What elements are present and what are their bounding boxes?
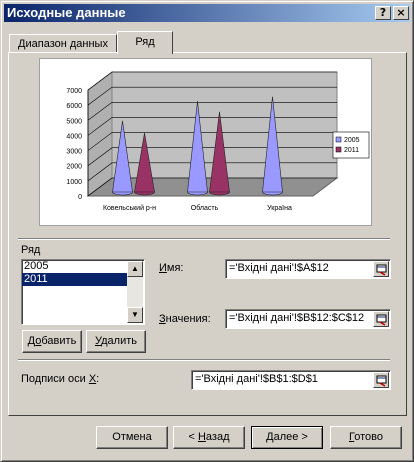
help-button[interactable]: ? (375, 6, 391, 20)
legend-entry: 2011 (344, 147, 359, 154)
collapse-dialog-icon[interactable] (373, 372, 389, 388)
tab-data-range-label: Диапазон данных (18, 38, 108, 50)
title-bar: Исходные данные (4, 4, 410, 22)
help-icon: ? (379, 6, 387, 19)
separator (18, 359, 390, 361)
close-icon: × (396, 6, 406, 19)
tab-series-label: Ряд (135, 36, 155, 48)
x-tick-label: Україна (267, 205, 292, 212)
series-name-value: ='Вхідні дані'!$A$12 (229, 262, 329, 274)
series-values-field[interactable]: ='Вхідні дані'!$B$12:$C$12 (225, 309, 391, 329)
series-values-label: Значения: (159, 313, 211, 325)
back-button[interactable]: < Назад (173, 426, 245, 449)
tab-series[interactable]: Ряд (117, 31, 173, 54)
x-axis-labels-value: ='Вхідні дані'!$B$1:$D$1 (195, 373, 318, 385)
next-button[interactable]: Далее > (251, 426, 323, 449)
add-series-button[interactable]: Добавить (22, 330, 82, 353)
tab-data-range[interactable]: Диапазон данных (9, 34, 117, 53)
legend-swatch (335, 136, 342, 143)
finish-button[interactable]: Готово (330, 426, 402, 449)
chart-preview: 0 1000 2000 3000 4000 5000 6000 7000 Ковельський… (39, 58, 372, 226)
series-group-label: Ряд (21, 244, 41, 256)
legend-swatch (335, 146, 342, 153)
x-axis-labels-label: Подписи оси X: (21, 373, 100, 385)
scroll-down-icon[interactable]: ▼ (127, 307, 143, 323)
separator (18, 238, 390, 240)
cancel-button[interactable]: Отмена (96, 426, 168, 449)
series-list-item[interactable]: 2005 (22, 260, 128, 273)
series-listbox[interactable]: 2005 2011 ▲ ▼ (21, 259, 145, 325)
y-tick-label: 4000 (66, 133, 82, 140)
scroll-up-icon[interactable]: ▲ (127, 261, 143, 277)
legend-box (332, 131, 370, 159)
collapse-dialog-icon[interactable] (373, 311, 389, 327)
series-name-field[interactable]: ='Вхідні дані'!$A$12 (225, 259, 391, 279)
y-tick-label: 3000 (66, 149, 82, 156)
y-tick-label: 2000 (66, 164, 82, 171)
series-name-label: Имя: (159, 262, 184, 274)
source-data-dialog: Исходные данные ? × Диапазон данных Ряд … (0, 0, 414, 462)
legend-entry: 2005 (344, 137, 360, 144)
y-tick-label: 7000 (66, 88, 82, 95)
y-tick-label: 5000 (66, 118, 82, 125)
chart-side-wall (87, 71, 113, 197)
series-list-scrollbar[interactable]: ▲ ▼ (127, 261, 143, 323)
series-values-value: ='Вхідні дані'!$B$12:$C$12 (229, 312, 365, 324)
remove-series-button[interactable]: Удалить (86, 330, 146, 353)
x-axis-labels-field[interactable]: ='Вхідні дані'!$B$1:$D$1 (191, 370, 391, 390)
cone-chart: 0 1000 2000 3000 4000 5000 6000 7000 Ковельський… (66, 71, 370, 212)
close-button[interactable]: × (393, 6, 409, 20)
x-tick-label: Область (191, 204, 219, 212)
y-tick-label: 1000 (66, 179, 82, 186)
series-list-item-selected[interactable]: 2011 (22, 273, 128, 286)
x-tick-label: Ковельський р-н (103, 204, 156, 212)
y-tick-label: 6000 (66, 103, 82, 110)
y-tick-label: 0 (78, 194, 82, 201)
dialog-title: Исходные данные (7, 5, 126, 20)
collapse-dialog-icon[interactable] (373, 261, 389, 277)
